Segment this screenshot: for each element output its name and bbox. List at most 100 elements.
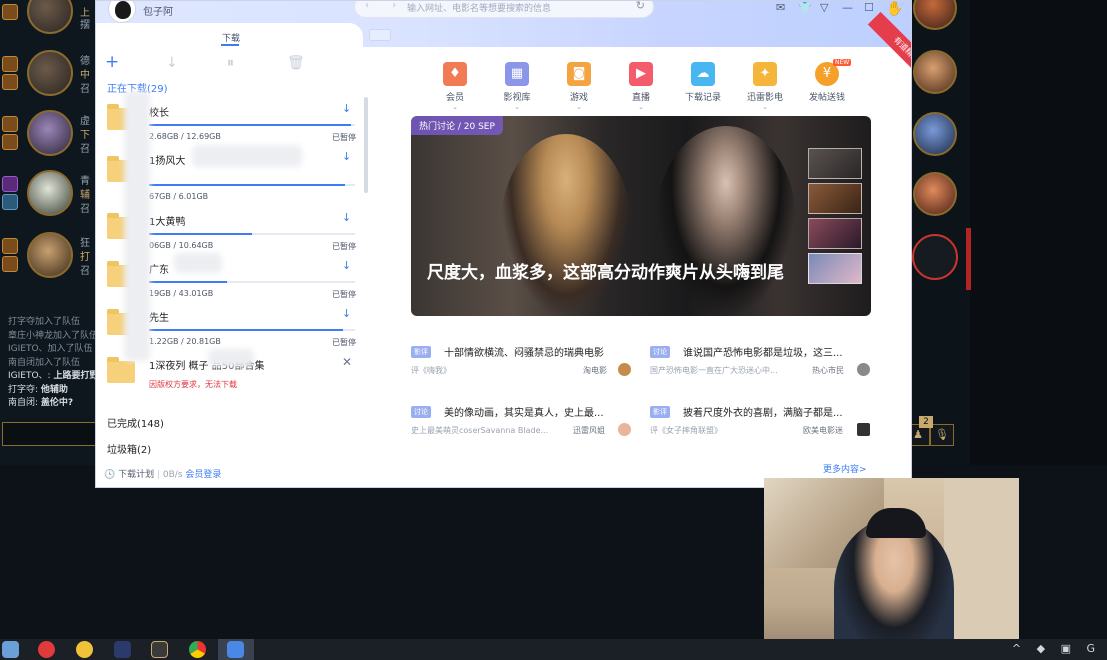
more-content-link[interactable]: 更多内容>: [823, 462, 867, 475]
nav-post-reward[interactable]: ¥ NEW 发帖送钱: [807, 59, 852, 103]
spell-icon: [2, 176, 18, 192]
nav-xunlei-film[interactable]: ✦ 迅雷影电 ⌄: [745, 62, 785, 111]
system-tray[interactable]: ^ ◆ ▣ G: [1012, 642, 1101, 655]
progress-fill: [149, 329, 343, 331]
chat-input[interactable]: [2, 422, 96, 446]
download-arrow-icon[interactable]: ↓: [342, 259, 351, 272]
url-search-input[interactable]: ‹ › 输入网址、电影名等想要搜索的信息 ↻: [354, 1, 654, 18]
download-status: 已暂停: [332, 338, 356, 347]
download-arrow-icon[interactable]: ↓: [342, 307, 351, 320]
chat-line: 南自闭: 盖伦中?: [8, 398, 74, 408]
clock-icon[interactable]: 🕓: [104, 470, 115, 480]
taskbar: ^ ◆ ▣ G: [0, 639, 1107, 660]
enemy-champion-portrait: [913, 50, 957, 94]
banner-thumbnail[interactable]: [808, 218, 862, 249]
xunlei-icon[interactable]: [227, 641, 244, 658]
banner-figure: [501, 134, 631, 316]
delete-icon[interactable]: 🗑: [287, 55, 305, 71]
nav-arrows-icon[interactable]: ‹ ›: [365, 1, 406, 11]
team-slot-2[interactable]: 德 中 召: [0, 50, 96, 110]
banner-thumbnail[interactable]: [808, 253, 862, 284]
download-warning: 因版权方要求，无法下载: [149, 380, 237, 389]
heart-gem-icon: ♦: [443, 62, 467, 86]
garena-icon[interactable]: [151, 641, 168, 658]
menu-icon[interactable]: ▽: [820, 1, 828, 14]
remove-icon[interactable]: ✕: [342, 355, 352, 369]
chevron-down-icon: ⌄: [762, 103, 768, 111]
team-slot-3[interactable]: 虚 下 召: [0, 110, 96, 170]
author-avatar: [618, 423, 631, 436]
spell-icon: [2, 4, 18, 20]
nav-label: 下载记录: [684, 93, 721, 103]
nav-live[interactable]: ▶ 直播 ⌄: [621, 62, 661, 111]
nav-games[interactable]: ◙ 游戏 ⌄: [559, 62, 599, 111]
news-item[interactable]: 影评 披着尺度外衣的喜剧，满脑子都是... 评《女子摔角联盟》 欧美电影迷: [650, 404, 875, 444]
team-slot-4[interactable]: 青 辅 召: [0, 170, 96, 230]
pause-icon[interactable]: ⏸: [227, 55, 234, 71]
nav-label: 迅雷影电: [746, 93, 783, 103]
download-size: 1.22GB / 20.81GB: [149, 337, 221, 346]
lock-in-ring-button[interactable]: [912, 234, 958, 280]
slot-name: 中: [80, 70, 90, 81]
nav-film-library[interactable]: ▦ 影视库 ⌄: [497, 62, 537, 111]
chat-line: IGIETO、加入了队伍: [8, 344, 93, 354]
scrollbar[interactable]: [364, 97, 368, 193]
nav-label: 影视库: [503, 93, 531, 103]
tab-browser[interactable]: [369, 29, 391, 41]
news-item[interactable]: 影评 十部情欲横流、闷骚禁忌的瑞典电影 评《嗨我》 淘电影: [411, 344, 636, 384]
nav-download-history[interactable]: ☁ 下载记录: [683, 62, 723, 103]
minimize-icon[interactable]: —: [842, 1, 853, 14]
maximize-icon[interactable]: ☐: [864, 1, 874, 14]
user-avatar[interactable]: [108, 1, 136, 23]
slot-player: 德: [80, 56, 90, 67]
member-login-link[interactable]: 会员登录: [185, 470, 221, 480]
progress-fill: [149, 184, 345, 186]
bird-icon: ✦: [753, 62, 777, 86]
download-toolbar: + ↓ ⏸ 🗑 ···: [96, 52, 376, 73]
download-name: 先生: [149, 313, 169, 324]
team-slot-5[interactable]: 狂 打 召: [0, 232, 96, 292]
folder-icon: [107, 357, 135, 383]
username[interactable]: 包子阿: [143, 3, 173, 18]
news-item[interactable]: 讨论 美的像动画，其实是真人，史上最... 史上最美萌灵coserSavanna…: [411, 404, 636, 444]
xunlei-window: 包子阿 ‹ › 输入网址、电影名等想要搜索的信息 ↻ ✉ 👕 ▽ — ☐ ✋ 下…: [95, 0, 912, 488]
league-icon[interactable]: [114, 641, 131, 658]
download-status: 已暂停: [332, 290, 356, 299]
skin-icon[interactable]: 👕: [798, 1, 812, 14]
featured-banner[interactable]: 热门讨论 / 20 SEP 尺度大，血浆多，这部高分动作爽片从头嗨到尾: [411, 116, 871, 316]
champion-portrait: [27, 0, 73, 34]
add-icon[interactable]: +: [105, 52, 119, 72]
section-completed[interactable]: 已完成(148): [107, 415, 164, 430]
netease-music-icon[interactable]: [38, 641, 55, 658]
mail-icon[interactable]: ✉: [776, 1, 785, 14]
chrome-icon[interactable]: [189, 641, 206, 658]
nav-member[interactable]: ♦ 会员 ⌄: [435, 62, 475, 111]
tab-download[interactable]: 下载: [96, 23, 363, 47]
section-trash[interactable]: 垃圾箱(2): [107, 441, 151, 456]
banner-thumbnail[interactable]: [808, 148, 862, 179]
app-icon[interactable]: [2, 641, 19, 658]
nav-label: 游戏: [569, 93, 588, 103]
download-arrow-icon[interactable]: ↓: [342, 211, 351, 224]
banner-thumbnail[interactable]: [808, 183, 862, 214]
download-status: 已暂停: [332, 242, 356, 251]
microphone-icon[interactable]: 🎙: [930, 424, 954, 446]
author-avatar: [857, 423, 870, 436]
download-plan-link[interactable]: 下载计划: [118, 470, 154, 480]
news-title: 美的像动画，其实是真人，史上最...: [444, 408, 604, 419]
download-arrow-icon[interactable]: ↓: [342, 102, 351, 115]
news-tag: 讨论: [650, 346, 670, 358]
spell-icon: [2, 194, 18, 210]
download-name: 1扬风大: [149, 156, 186, 167]
chat-line: 打字夺: 他辅助: [8, 384, 68, 395]
download-arrow-icon[interactable]: ↓: [342, 150, 351, 163]
app-icon[interactable]: [76, 641, 93, 658]
refresh-icon[interactable]: ↻: [636, 1, 645, 12]
slot-player: 虚: [80, 116, 90, 127]
download-icon[interactable]: ↓: [166, 55, 178, 71]
news-item[interactable]: 讨论 谁说国产恐怖电影都是垃圾，这三... 国产恐怖电影一直在广大恐迷心中...…: [650, 344, 875, 384]
slot-sub: 召: [80, 84, 90, 95]
download-size: 06GB / 10.64GB: [149, 241, 214, 250]
close-icon[interactable]: ✋: [886, 1, 903, 17]
chevron-down-icon: ⌄: [576, 103, 582, 111]
